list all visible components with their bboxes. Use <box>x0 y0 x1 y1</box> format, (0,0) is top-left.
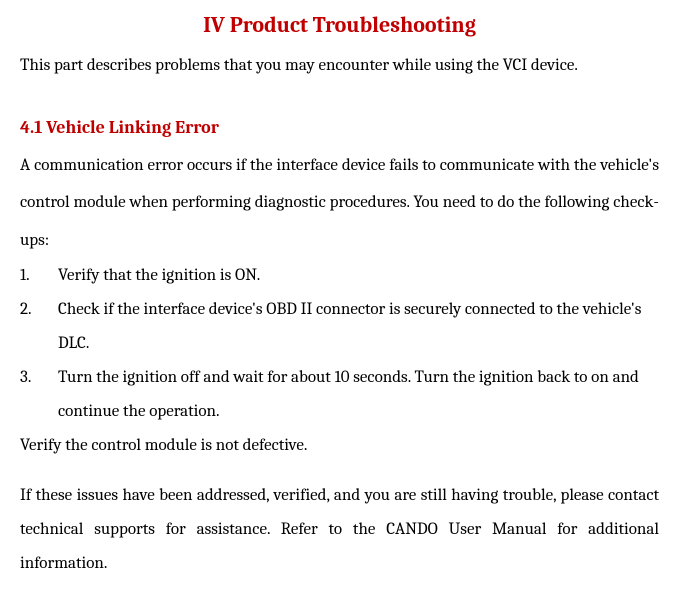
section-heading: 4.1 Vehicle Linking Error <box>20 114 659 143</box>
list-item: 2. Check if the interface device's OBD I… <box>20 293 659 361</box>
checkup-list: 1. Verify that the ignition is ON. 2. Ch… <box>20 259 659 429</box>
list-text: Turn the ignition off and wait for about… <box>58 361 659 429</box>
list-text: Check if the interface device's OBD II c… <box>58 293 659 361</box>
closing-paragraph: If these issues have been addressed, ver… <box>20 479 659 581</box>
intro-paragraph: This part describes problems that you ma… <box>20 47 659 84</box>
list-item: 3. Turn the ignition off and wait for ab… <box>20 361 659 429</box>
section-body: A communication error occurs if the inte… <box>20 147 659 259</box>
list-text: Verify that the ignition is ON. <box>58 259 659 293</box>
list-number: 2. <box>20 293 58 361</box>
page-title: IV Product Troubleshooting <box>20 10 659 41</box>
list-number: 1. <box>20 259 58 293</box>
after-list-text: Verify the control module is not defecti… <box>20 429 659 463</box>
list-item: 1. Verify that the ignition is ON. <box>20 259 659 293</box>
list-number: 3. <box>20 361 58 429</box>
